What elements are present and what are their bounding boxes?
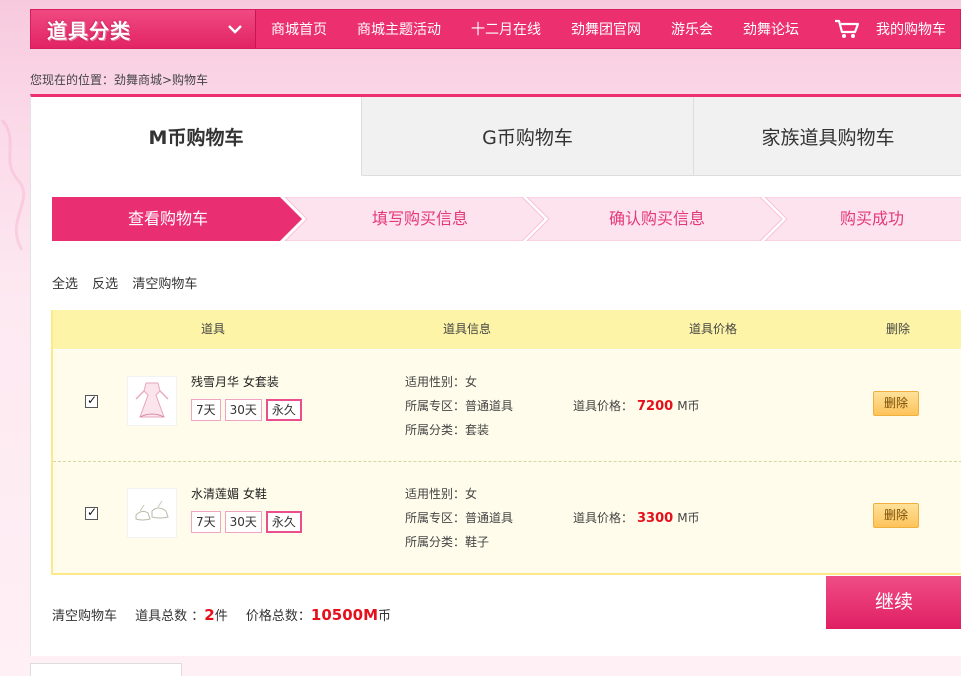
tab-m-coin-cart[interactable]: M币购物车 bbox=[31, 97, 362, 176]
price-value: 7200 bbox=[637, 399, 674, 414]
cart-table: 道具 道具信息 道具价格 删除 残雪月华 女套装 7天 30天 永久 bbox=[51, 310, 961, 575]
item-category: 所属分类：鞋子 bbox=[405, 535, 490, 549]
price-label: 道具价格： bbox=[573, 511, 634, 525]
footer-clear-cart-link[interactable]: 清空购物车 bbox=[52, 609, 117, 624]
item-name: 残雪月华 女套装 bbox=[191, 375, 279, 389]
dress-icon bbox=[135, 382, 169, 418]
table-row: 水清莲媚 女鞋 7天 30天 永久 适用性别：女 所属专区：普通道具 所属分类：… bbox=[53, 461, 961, 573]
my-cart-label: 我的购物车 bbox=[876, 22, 946, 38]
duration-permanent[interactable]: 永久 bbox=[265, 399, 302, 421]
item-price: 道具价格： 7200 M币 bbox=[573, 397, 700, 414]
nav-link-official-site[interactable]: 劲舞团官网 bbox=[556, 19, 656, 39]
nav-link-forum[interactable]: 劲舞论坛 bbox=[728, 19, 814, 39]
price-value: 3300 bbox=[637, 511, 674, 526]
item-thumbnail bbox=[127, 488, 177, 538]
item-name: 水清莲媚 女鞋 bbox=[191, 487, 267, 501]
step-fill-info: 填写购买信息 bbox=[371, 209, 468, 228]
nav-link-fun-club[interactable]: 游乐会 bbox=[656, 19, 728, 39]
selection-actions: 全选 反选 清空购物车 bbox=[52, 273, 207, 292]
table-row: 残雪月华 女套装 7天 30天 永久 适用性别：女 所属专区：普通道具 所属分类… bbox=[53, 349, 961, 461]
total-price-value: 10500M bbox=[310, 606, 379, 624]
item-checkbox[interactable] bbox=[85, 505, 98, 520]
step-view-cart: 查看购物车 bbox=[127, 209, 208, 228]
item-gender: 适用性别：女 bbox=[405, 375, 478, 389]
price-unit: M币 bbox=[677, 511, 700, 525]
invert-selection-link[interactable]: 反选 bbox=[92, 277, 118, 292]
item-zone: 所属专区：普通道具 bbox=[405, 511, 514, 525]
continue-button[interactable]: 继续 bbox=[826, 576, 961, 629]
duration-30-days[interactable]: 30天 bbox=[224, 511, 262, 533]
top-nav: 道具分类 商城首页 商城主题活动 十二月在线 劲舞团官网 游乐会 劲舞论坛 我的… bbox=[30, 9, 961, 49]
currency-tabs: M币购物车 G币购物车 家族道具购物车 bbox=[31, 97, 961, 176]
total-items-value: 2 bbox=[204, 606, 215, 624]
breadcrumb-text: 您现在的位置：劲舞商城>购物车 bbox=[30, 73, 209, 87]
duration-permanent[interactable]: 永久 bbox=[265, 511, 302, 533]
my-cart-link[interactable]: 我的购物车 bbox=[814, 19, 946, 39]
select-all-link[interactable]: 全选 bbox=[52, 277, 78, 292]
item-price: 道具价格： 3300 M币 bbox=[573, 509, 700, 526]
item-info: 适用性别：女 所属专区：普通道具 所属分类：套装 bbox=[405, 370, 513, 442]
checkout-steps: 查看购物车 填写购买信息 确认购买信息 购买成功 bbox=[52, 197, 961, 241]
item-info: 适用性别：女 所属专区：普通道具 所属分类：鞋子 bbox=[405, 482, 513, 554]
header-delete: 删除 bbox=[885, 322, 910, 336]
cart-panel: M币购物车 G币购物车 家族道具购物车 查看购物车 填写购买信息 确认购买信息 … bbox=[30, 94, 961, 656]
item-zone: 所属专区：普通道具 bbox=[405, 399, 514, 413]
table-header: 道具 道具信息 道具价格 删除 bbox=[53, 310, 961, 349]
duration-7-days[interactable]: 7天 bbox=[191, 511, 221, 533]
tab-guild-item-cart[interactable]: 家族道具购物车 bbox=[694, 97, 961, 176]
duration-options: 7天 30天 永久 bbox=[191, 511, 302, 533]
duration-7-days[interactable]: 7天 bbox=[191, 399, 221, 421]
tab-g-coin-cart[interactable]: G币购物车 bbox=[362, 97, 694, 176]
category-title: 道具分类 bbox=[47, 18, 131, 43]
duration-30-days[interactable]: 30天 bbox=[224, 399, 262, 421]
breadcrumb: 您现在的位置：劲舞商城>购物车 bbox=[30, 71, 208, 88]
step-success: 购买成功 bbox=[839, 209, 904, 228]
nav-link-theme-events[interactable]: 商城主题活动 bbox=[342, 19, 456, 39]
bottom-panel-edge bbox=[30, 663, 182, 676]
price-label: 道具价格： bbox=[573, 399, 634, 413]
total-price-label: 价格总数： bbox=[245, 609, 311, 624]
clear-cart-link[interactable]: 清空购物车 bbox=[132, 277, 197, 292]
chevron-down-icon bbox=[228, 25, 242, 34]
shopping-cart-icon bbox=[835, 19, 860, 38]
cart-summary: 清空购物车 道具总数 ：2件 价格总数：10500M币 bbox=[52, 605, 405, 624]
category-menu[interactable]: 道具分类 bbox=[31, 10, 256, 48]
item-thumbnail bbox=[127, 376, 177, 426]
header-item-info: 道具信息 bbox=[442, 322, 491, 336]
nav-link-december-online[interactable]: 十二月在线 bbox=[456, 19, 556, 39]
total-items-label: 道具总数 ： bbox=[135, 609, 205, 624]
duration-options: 7天 30天 永久 bbox=[191, 399, 302, 421]
delete-button[interactable]: 删除 bbox=[873, 503, 919, 528]
price-unit: M币 bbox=[677, 399, 700, 413]
total-price: 价格总数：10500M币 bbox=[245, 606, 392, 624]
shoes-icon bbox=[135, 500, 169, 521]
item-checkbox[interactable] bbox=[85, 393, 98, 408]
total-items: 道具总数 ：2件 bbox=[135, 606, 228, 624]
nav-link-home[interactable]: 商城首页 bbox=[256, 19, 342, 39]
item-category: 所属分类：套装 bbox=[405, 423, 490, 437]
step-confirm-info: 确认购买信息 bbox=[608, 209, 705, 228]
nav-links: 商城首页 商城主题活动 十二月在线 劲舞团官网 游乐会 劲舞论坛 bbox=[256, 10, 814, 48]
header-item-price: 道具价格 bbox=[688, 322, 737, 336]
header-item: 道具 bbox=[200, 322, 225, 336]
background-decoration bbox=[0, 118, 26, 251]
total-items-unit: 件 bbox=[214, 609, 228, 624]
item-gender: 适用性别：女 bbox=[405, 487, 478, 501]
delete-button[interactable]: 删除 bbox=[873, 391, 919, 416]
total-price-unit: 币 bbox=[378, 609, 392, 624]
